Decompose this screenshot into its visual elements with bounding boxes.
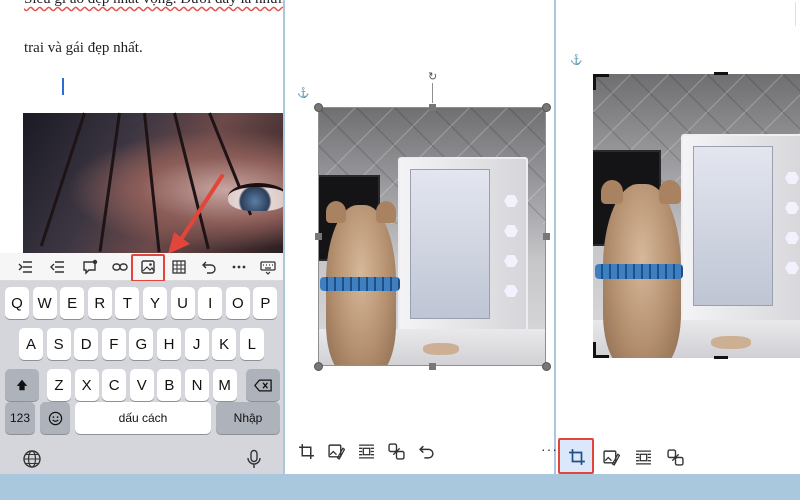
picture-style-icon[interactable] [600,446,622,468]
picture-style-icon[interactable] [325,440,347,462]
emoji-icon [48,411,62,425]
key-f[interactable]: F [101,328,126,360]
key-m[interactable]: M [212,369,237,401]
key-q[interactable]: Q [5,287,29,319]
resize-handle-corner[interactable] [542,362,551,371]
crop-handle-corner[interactable] [593,342,609,358]
key-s[interactable]: S [46,328,71,360]
undo-icon[interactable] [197,255,221,279]
indent-icon[interactable] [14,255,38,279]
link-icon[interactable] [108,255,132,279]
insert-image-highlight [131,254,165,282]
key-b[interactable]: B [157,369,182,401]
crop-mode-panel: ⚓ [556,0,800,474]
anchor-icon: ⚓ [570,55,583,66]
comment-icon[interactable] [78,255,102,279]
key-d[interactable]: D [74,328,99,360]
resize-handle-side[interactable] [429,363,436,370]
shift-key[interactable] [5,369,39,401]
red-arrow-annotation [168,174,224,254]
key-j[interactable]: J [184,328,209,360]
picture-toolbar [295,440,445,462]
text-cursor [62,78,64,95]
key-i[interactable]: I [198,287,223,319]
link-picture-icon[interactable] [385,440,407,462]
key-r[interactable]: R [87,287,112,319]
crop-icon[interactable] [295,440,317,462]
divider [716,2,796,26]
key-p[interactable]: P [253,287,278,319]
key-a[interactable]: A [19,328,43,360]
wrap-text-icon[interactable] [632,446,654,468]
key-g[interactable]: G [129,328,154,360]
word-editor-panel: Siêu gì ảo đẹp nhất vọng. Dưới đây là nh… [0,0,283,474]
resize-handle-corner[interactable] [314,362,323,371]
resize-handle-side[interactable] [315,233,322,240]
document-image-anime[interactable] [23,112,283,253]
key-v[interactable]: V [129,369,154,401]
undo-icon[interactable] [415,440,437,462]
crop-icon [569,449,585,465]
wrap-text-icon[interactable] [355,440,377,462]
resize-handle-side[interactable] [429,104,436,111]
crop-button-active[interactable] [558,438,594,474]
anchor-icon: ⚓ [297,88,310,99]
on-screen-keyboard: Q W E R T Y U I O P A S D F G H J K L Z X C V B N M 123 dấu cách Nhậ… [0,281,283,474]
backspace-key[interactable] [246,369,280,401]
emoji-key[interactable] [40,402,70,434]
document-text-line: Siêu gì ảo đẹp nhất vọng. Dưới đây là nh… [24,0,283,8]
crop-photo[interactable] [593,74,800,358]
crop-handle-side[interactable] [714,72,728,75]
key-o[interactable]: O [225,287,250,319]
key-e[interactable]: E [60,287,85,319]
key-c[interactable]: C [102,369,127,401]
shift-icon [16,379,28,391]
document-text-line: trai và gái đẹp nhất. [24,40,143,56]
crop-handle-corner[interactable] [593,74,609,90]
rotate-handle-icon[interactable]: ↻ [428,70,437,83]
key-k[interactable]: K [212,328,237,360]
more-icon[interactable] [227,255,251,279]
image-selected-panel: ⚓ ↻ [285,0,554,474]
resize-handle-corner[interactable] [314,103,323,112]
key-t[interactable]: T [115,287,140,319]
resize-handle-corner[interactable] [542,103,551,112]
key-n[interactable]: N [185,369,209,401]
key-h[interactable]: H [157,328,181,360]
keyboard-icon[interactable] [256,255,280,279]
numbers-key[interactable]: 123 [5,402,35,434]
rotate-line [432,83,433,103]
return-key[interactable]: Nhập [216,402,280,434]
link-picture-icon[interactable] [664,446,686,468]
globe-icon[interactable] [22,449,44,471]
selection-border [318,107,546,366]
picture-toolbar-crop [600,446,694,468]
table-icon[interactable] [167,255,191,279]
microphone-icon[interactable] [244,449,266,471]
key-u[interactable]: U [170,287,195,319]
key-w[interactable]: W [32,287,57,319]
outdent-icon[interactable] [46,255,70,279]
crop-handle-side[interactable] [714,356,728,359]
key-l[interactable]: L [239,328,264,360]
backspace-icon [254,378,272,392]
key-x[interactable]: X [74,369,99,401]
key-z[interactable]: Z [47,369,71,401]
key-y[interactable]: Y [143,287,167,319]
space-key[interactable]: dấu cách [75,402,211,434]
resize-handle-side[interactable] [543,233,550,240]
